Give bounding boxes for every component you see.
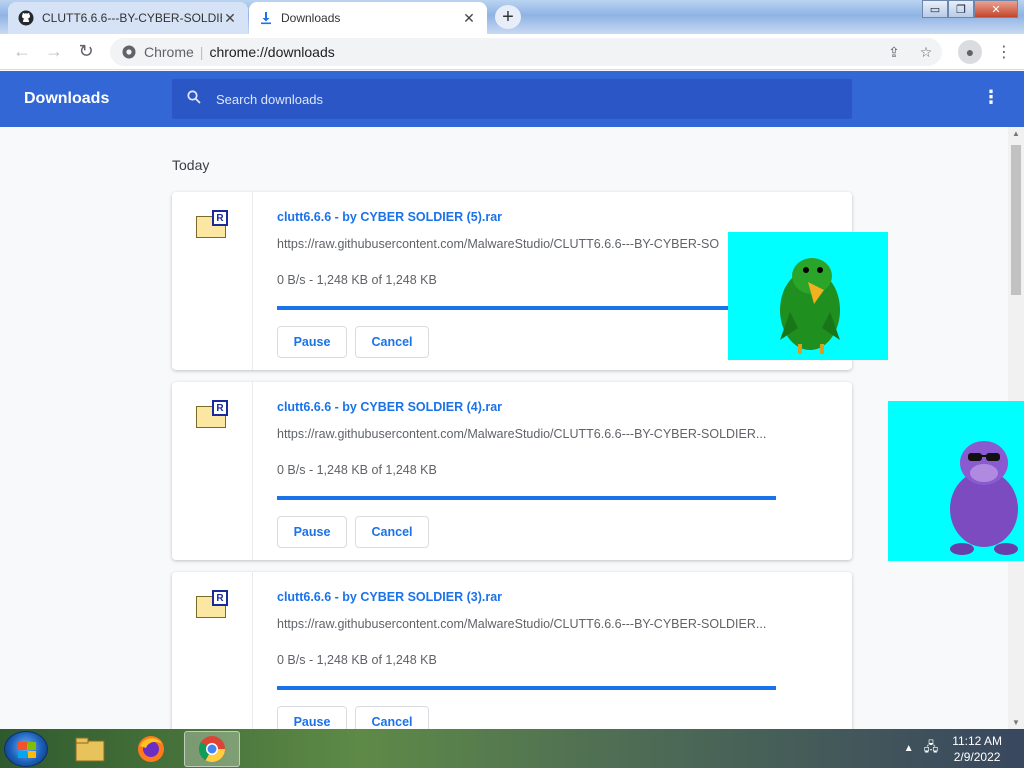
scroll-down-icon[interactable]: ▼ bbox=[1008, 718, 1024, 727]
site-label: Chrome bbox=[144, 44, 194, 60]
source-url[interactable]: https://raw.githubusercontent.com/Malwar… bbox=[277, 237, 775, 251]
pause-button[interactable]: Pause bbox=[277, 706, 347, 729]
show-hidden-icons-icon[interactable]: ▲ bbox=[904, 743, 914, 754]
source-url[interactable]: https://raw.githubusercontent.com/Malwar… bbox=[277, 427, 775, 441]
source-url[interactable]: https://raw.githubusercontent.com/Malwar… bbox=[277, 617, 775, 631]
start-button[interactable] bbox=[4, 731, 48, 767]
parrot-image bbox=[728, 232, 888, 360]
file-name-link[interactable]: clutt6.6.6 - by CYBER SOLDIER (4).rar bbox=[277, 400, 502, 414]
close-icon[interactable]: ✕ bbox=[461, 10, 477, 27]
firefox-icon[interactable] bbox=[123, 731, 179, 767]
network-icon[interactable]: 🖧 bbox=[924, 738, 939, 760]
progress-bar bbox=[277, 496, 776, 500]
github-icon bbox=[18, 10, 34, 26]
url-text: chrome://downloads bbox=[209, 44, 335, 60]
new-tab-button[interactable]: + bbox=[495, 5, 521, 29]
address-bar[interactable]: Chrome | chrome://downloads ⇪ ☆ bbox=[110, 38, 942, 66]
chrome-menu-icon[interactable]: ⋮ bbox=[992, 42, 1016, 62]
download-icon bbox=[261, 12, 271, 25]
windows-taskbar: ▲ 🖧 11:12 AM 2/9/2022 bbox=[0, 729, 1024, 768]
download-status: 0 B/s - 1,248 KB of 1,248 KB bbox=[277, 273, 437, 287]
tab-title: CLUTT6.6.6---BY-CYBER-SOLDIER bbox=[42, 11, 222, 25]
purple-gorilla-image bbox=[888, 401, 1024, 561]
window-controls: ▭ ❐ ✕ bbox=[922, 0, 1018, 18]
chrome-icon[interactable] bbox=[184, 731, 240, 767]
date-section-label: Today bbox=[172, 157, 210, 173]
search-icon bbox=[172, 89, 216, 109]
tab-title: Downloads bbox=[281, 11, 341, 25]
download-card: R clutt6.6.6 - by CYBER SOLDIER (3).rar … bbox=[172, 572, 852, 729]
pause-button[interactable]: Pause bbox=[277, 326, 347, 358]
pause-button[interactable]: Pause bbox=[277, 516, 347, 548]
clock-time: 11:12 AM bbox=[952, 733, 1002, 748]
progress-bar bbox=[277, 306, 776, 310]
search-input[interactable] bbox=[216, 91, 816, 107]
downloads-list: Today R clutt6.6.6 - by CYBER SOLDIER (5… bbox=[0, 127, 1008, 729]
rar-file-icon: R bbox=[196, 590, 228, 618]
browser-toolbar: ← → ↻ Chrome | chrome://downloads ⇪ ☆ ● … bbox=[0, 34, 1024, 70]
download-card: R clutt6.6.6 - by CYBER SOLDIER (4).rar … bbox=[172, 382, 852, 560]
windows-logo-icon bbox=[18, 742, 36, 758]
tab-github[interactable]: CLUTT6.6.6---BY-CYBER-SOLDIER ✕ bbox=[8, 2, 248, 34]
bookmark-star-icon[interactable]: ☆ bbox=[910, 44, 942, 61]
minimize-button[interactable]: ▭ bbox=[922, 0, 948, 18]
more-actions-icon[interactable]: ⋮ bbox=[982, 87, 1000, 108]
omnibox-separator: | bbox=[199, 44, 204, 60]
close-icon[interactable]: ✕ bbox=[222, 10, 238, 27]
tab-strip: CLUTT6.6.6---BY-CYBER-SOLDIER ✕ Download… bbox=[0, 0, 1024, 34]
download-status: 0 B/s - 1,248 KB of 1,248 KB bbox=[277, 653, 437, 667]
clock[interactable]: 11:12 AM 2/9/2022 bbox=[952, 733, 1002, 765]
cancel-button[interactable]: Cancel bbox=[355, 326, 429, 358]
download-status: 0 B/s - 1,248 KB of 1,248 KB bbox=[277, 463, 437, 477]
profile-avatar-icon[interactable]: ● bbox=[958, 40, 982, 64]
scroll-up-icon[interactable]: ▲ bbox=[1008, 129, 1024, 138]
file-name-link[interactable]: clutt6.6.6 - by CYBER SOLDIER (5).rar bbox=[277, 210, 502, 224]
system-tray: ▲ 🖧 11:12 AM 2/9/2022 bbox=[904, 729, 1024, 768]
tab-downloads[interactable]: Downloads ✕ bbox=[249, 2, 487, 34]
cancel-button[interactable]: Cancel bbox=[355, 706, 429, 729]
file-name-link[interactable]: clutt6.6.6 - by CYBER SOLDIER (3).rar bbox=[277, 590, 502, 604]
page-title: Downloads bbox=[24, 90, 110, 107]
forward-icon[interactable]: → bbox=[38, 41, 70, 62]
progress-bar bbox=[277, 686, 776, 690]
explorer-icon[interactable] bbox=[62, 731, 118, 767]
rar-file-icon: R bbox=[196, 400, 228, 428]
maximize-button[interactable]: ❐ bbox=[948, 0, 974, 18]
cancel-button[interactable]: Cancel bbox=[355, 516, 429, 548]
downloads-header: Downloads ⋮ bbox=[0, 71, 1024, 127]
close-window-button[interactable]: ✕ bbox=[974, 0, 1018, 18]
clock-date: 2/9/2022 bbox=[953, 749, 1001, 764]
chrome-page-icon bbox=[122, 45, 136, 59]
scrollbar-thumb[interactable] bbox=[1011, 145, 1021, 295]
reload-icon[interactable]: ↻ bbox=[70, 41, 102, 62]
search-box[interactable] bbox=[172, 79, 852, 119]
back-icon[interactable]: ← bbox=[6, 41, 38, 62]
share-icon[interactable]: ⇪ bbox=[878, 44, 910, 61]
rar-file-icon: R bbox=[196, 210, 228, 238]
